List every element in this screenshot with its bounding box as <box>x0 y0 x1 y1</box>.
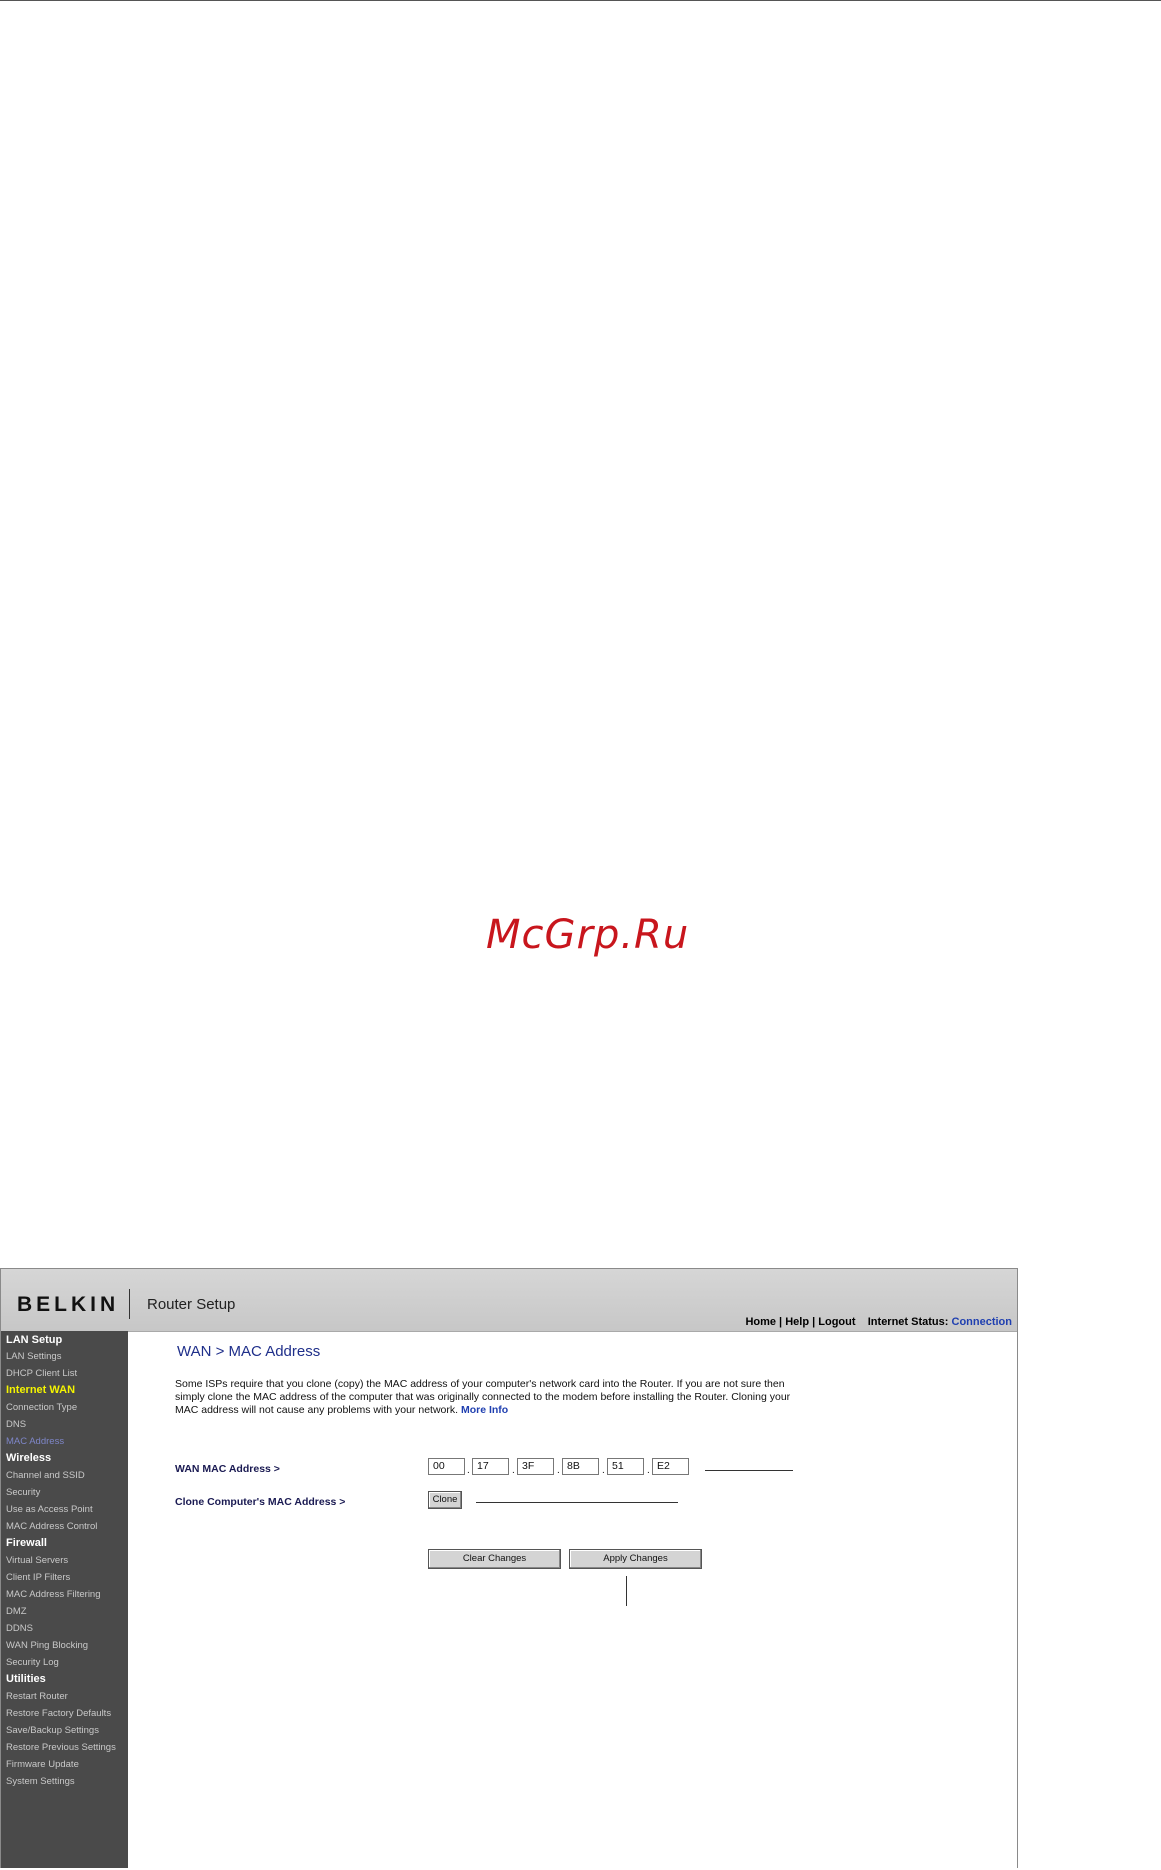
home-link[interactable]: Home <box>745 1316 776 1328</box>
mac-dot: . <box>512 1465 515 1476</box>
mac-octet-3[interactable]: 3F <box>517 1458 554 1475</box>
link-separator: | <box>776 1316 786 1328</box>
mac-dot: . <box>602 1465 605 1476</box>
belkin-logo: BELKIN <box>17 1293 120 1316</box>
callout-line <box>476 1502 678 1503</box>
header-bar: BELKIN Router Setup Home | Help | Logout… <box>1 1269 1017 1332</box>
sidebar-item-connection-type[interactable]: Connection Type <box>6 1402 77 1413</box>
sidebar-item-ddns[interactable]: DDNS <box>6 1623 33 1634</box>
clear-changes-button[interactable]: Clear Changes <box>428 1549 561 1569</box>
sidebar-item-mac-address-control[interactable]: MAC Address Control <box>6 1521 97 1532</box>
page-title: WAN > MAC Address <box>177 1343 321 1360</box>
sidebar: LAN Setup LAN Settings DHCP Client List … <box>1 1331 128 1868</box>
internet-status-label: Internet Status: <box>867 1316 949 1328</box>
sidebar-item-save-backup-settings[interactable]: Save/Backup Settings <box>6 1725 99 1736</box>
sidebar-item-channel-ssid[interactable]: Channel and SSID <box>6 1470 85 1481</box>
sidebar-item-dns[interactable]: DNS <box>6 1419 26 1430</box>
internet-status-value: Connection <box>951 1316 1013 1328</box>
top-links: Home | Help | Logout Internet Status: Co… <box>745 1316 1012 1328</box>
sidebar-item-security-log[interactable]: Security Log <box>6 1657 59 1668</box>
sidebar-item-wan-ping-blocking[interactable]: WAN Ping Blocking <box>6 1640 88 1651</box>
sidebar-item-virtual-servers[interactable]: Virtual Servers <box>6 1555 68 1566</box>
main-content: WAN > MAC Address Some ISPs require that… <box>128 1331 1017 1868</box>
sidebar-item-access-point[interactable]: Use as Access Point <box>6 1504 93 1515</box>
sidebar-item-security[interactable]: Security <box>6 1487 40 1498</box>
mac-dot: . <box>467 1465 470 1476</box>
sidebar-heading-lan-setup[interactable]: LAN Setup <box>6 1334 62 1346</box>
sidebar-heading-wireless[interactable]: Wireless <box>6 1452 51 1464</box>
sidebar-heading-firewall[interactable]: Firewall <box>6 1537 47 1549</box>
mac-octet-1[interactable]: 00 <box>428 1458 465 1475</box>
sidebar-item-restore-factory-defaults[interactable]: Restore Factory Defaults <box>6 1708 111 1719</box>
apply-changes-button[interactable]: Apply Changes <box>569 1549 702 1569</box>
mac-dot: . <box>557 1465 560 1476</box>
wan-mac-label: WAN MAC Address > <box>175 1463 280 1475</box>
sidebar-item-mac-address-filtering[interactable]: MAC Address Filtering <box>6 1589 101 1600</box>
description: Some ISPs require that you clone (copy) … <box>175 1378 815 1417</box>
header-divider <box>129 1289 130 1319</box>
mac-octet-5[interactable]: 51 <box>607 1458 644 1475</box>
watermark: McGrp.Ru <box>486 912 690 958</box>
more-info-link[interactable]: More Info <box>461 1404 508 1416</box>
clone-button[interactable]: Clone <box>428 1491 462 1509</box>
router-setup-window: BELKIN Router Setup Home | Help | Logout… <box>0 1268 1018 1868</box>
clone-mac-label: Clone Computer's MAC Address > <box>175 1496 346 1508</box>
page-top-rule <box>0 0 1161 1</box>
sidebar-item-restart-router[interactable]: Restart Router <box>6 1691 68 1702</box>
sidebar-heading-internet-wan[interactable]: Internet WAN <box>6 1384 75 1396</box>
link-separator: | <box>809 1316 819 1328</box>
callout-line <box>705 1470 793 1471</box>
sidebar-item-lan-settings[interactable]: LAN Settings <box>6 1351 61 1362</box>
mac-dot: . <box>647 1465 650 1476</box>
app-title: Router Setup <box>147 1296 236 1313</box>
mac-octet-2[interactable]: 17 <box>472 1458 509 1475</box>
help-link[interactable]: Help <box>785 1316 809 1328</box>
sidebar-item-system-settings[interactable]: System Settings <box>6 1776 75 1787</box>
sidebar-heading-utilities[interactable]: Utilities <box>6 1673 46 1685</box>
sidebar-item-client-ip-filters[interactable]: Client IP Filters <box>6 1572 70 1583</box>
sidebar-item-firmware-update[interactable]: Firmware Update <box>6 1759 79 1770</box>
sidebar-item-restore-previous-settings[interactable]: Restore Previous Settings <box>6 1742 116 1753</box>
sidebar-item-dmz[interactable]: DMZ <box>6 1606 27 1617</box>
sidebar-item-dhcp-client-list[interactable]: DHCP Client List <box>6 1368 77 1379</box>
logout-link[interactable]: Logout <box>818 1316 855 1328</box>
mac-octet-4[interactable]: 8B <box>562 1458 599 1475</box>
mac-octet-6[interactable]: E2 <box>652 1458 689 1475</box>
sidebar-item-mac-address[interactable]: MAC Address <box>6 1436 64 1447</box>
callout-line <box>626 1576 627 1606</box>
